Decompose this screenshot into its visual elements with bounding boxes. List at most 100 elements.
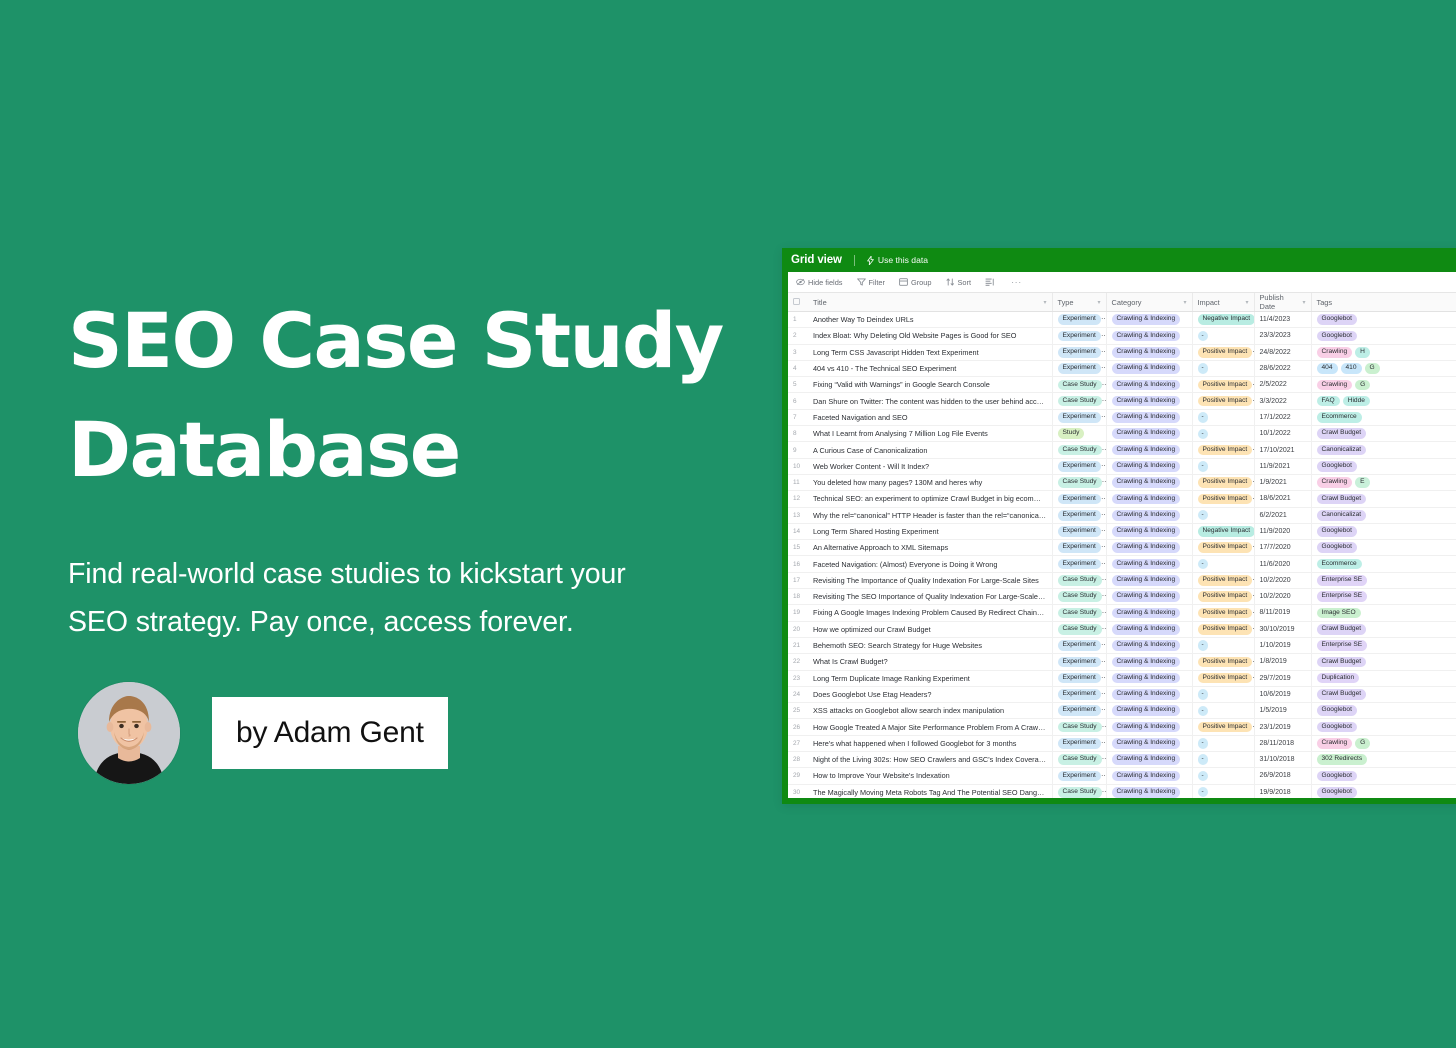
cell-category[interactable]: Crawling & Indexing xyxy=(1106,392,1193,410)
cell-tags[interactable]: 302 Redirects xyxy=(1311,751,1456,769)
cell-title[interactable]: Fixing A Google Images Indexing Problem … xyxy=(808,604,1053,622)
cell-publish-date[interactable]: 1/9/2021 xyxy=(1254,474,1312,492)
cell-category[interactable]: Crawling & Indexing xyxy=(1106,490,1193,508)
cell-title[interactable]: The Magically Moving Meta Robots Tag And… xyxy=(808,784,1053,798)
cell-tags[interactable]: Canonicalizat xyxy=(1311,507,1456,524)
cell-type[interactable]: Experiment xyxy=(1052,523,1107,541)
cell-category[interactable]: Crawling & Indexing xyxy=(1106,767,1193,785)
cell-title[interactable]: Web Worker Content - Will It Index? xyxy=(808,458,1053,475)
cell-title[interactable]: What I Learnt from Analysing 7 Million L… xyxy=(808,425,1053,443)
cell-title[interactable]: Behemoth SEO: Search Strategy for Huge W… xyxy=(808,637,1053,655)
cell-category[interactable]: Crawling & Indexing xyxy=(1106,523,1193,541)
cell-tags[interactable]: Googlebot xyxy=(1311,767,1456,785)
cell-title[interactable]: You deleted how many pages? 130M and her… xyxy=(808,474,1053,492)
cell-type[interactable]: Study xyxy=(1052,425,1107,443)
table-row[interactable]: 24 Does Googlebot Use Etag Headers? Experi… xyxy=(788,686,1456,704)
cell-title[interactable]: How to Improve Your Website's Indexation xyxy=(808,767,1053,785)
select-all-header[interactable] xyxy=(788,293,808,312)
table-row[interactable]: 29 How to Improve Your Website's Indexati… xyxy=(788,767,1456,785)
column-header-impact[interactable]: Impact ▾ xyxy=(1192,293,1255,312)
cell-impact[interactable]: - xyxy=(1192,555,1255,573)
table-row[interactable]: 16 Faceted Navigation: (Almost) Everyone … xyxy=(788,555,1456,573)
cell-publish-date[interactable]: 17/10/2021 xyxy=(1254,441,1312,459)
cell-tags[interactable]: Ecommerce xyxy=(1311,409,1456,427)
cell-tags[interactable]: Image SEO xyxy=(1311,604,1456,622)
cell-title[interactable]: Night of the Living 302s: How SEO Crawle… xyxy=(808,751,1053,769)
cell-title[interactable]: Here's what happened when I followed Goo… xyxy=(808,735,1053,753)
cell-category[interactable]: Crawling & Indexing xyxy=(1106,653,1193,671)
cell-category[interactable]: Crawling & Indexing xyxy=(1106,735,1193,753)
cell-tags[interactable]: Enterprise SE xyxy=(1311,588,1456,606)
cell-type[interactable]: Experiment xyxy=(1052,555,1107,573)
cell-publish-date[interactable]: 10/2/2020 xyxy=(1254,588,1312,606)
use-this-data-button[interactable]: Use this data xyxy=(867,255,928,265)
cell-title[interactable]: How Google Treated A Major Site Performa… xyxy=(808,718,1053,736)
cell-type[interactable]: Experiment xyxy=(1052,670,1107,687)
cell-title[interactable]: Index Bloat: Why Deleting Old Website Pa… xyxy=(808,327,1053,345)
cell-impact[interactable]: - xyxy=(1192,360,1255,378)
cell-publish-date[interactable]: 28/6/2022 xyxy=(1254,360,1312,378)
table-row[interactable]: 27 Here's what happened when I followed G… xyxy=(788,735,1456,753)
cell-type[interactable]: Experiment xyxy=(1052,767,1107,785)
cell-impact[interactable]: - xyxy=(1192,784,1255,798)
cell-type[interactable]: Experiment xyxy=(1052,539,1107,557)
cell-category[interactable]: Crawling & Indexing xyxy=(1106,539,1193,557)
cell-tags[interactable]: Googlebot xyxy=(1311,539,1456,557)
cell-tags[interactable]: Googlebot xyxy=(1311,702,1456,720)
cell-title[interactable]: Long Term Duplicate Image Ranking Experi… xyxy=(808,670,1053,687)
cell-impact[interactable]: Positive Impact xyxy=(1192,621,1255,638)
cell-category[interactable]: Crawling & Indexing xyxy=(1106,507,1193,524)
table-row[interactable]: 30 The Magically Moving Meta Robots Tag A… xyxy=(788,784,1456,798)
cell-publish-date[interactable]: 6/2/2021 xyxy=(1254,507,1312,524)
cell-impact[interactable]: Positive Impact xyxy=(1192,344,1255,361)
cell-category[interactable]: Crawling & Indexing xyxy=(1106,621,1193,638)
cell-category[interactable]: Crawling & Indexing xyxy=(1106,441,1193,459)
row-height-button[interactable] xyxy=(985,278,997,286)
filter-button[interactable]: Filter xyxy=(856,278,885,287)
cell-type[interactable]: Experiment xyxy=(1052,327,1107,345)
cell-category[interactable]: Crawling & Indexing xyxy=(1106,425,1193,443)
cell-title[interactable]: Dan Shure on Twitter: The content was hi… xyxy=(808,392,1053,410)
cell-category[interactable]: Crawling & Indexing xyxy=(1106,784,1193,798)
cell-publish-date[interactable]: 17/1/2022 xyxy=(1254,409,1312,427)
cell-publish-date[interactable]: 11/4/2023 xyxy=(1254,311,1312,329)
cell-category[interactable]: Crawling & Indexing xyxy=(1106,458,1193,475)
cell-title[interactable]: Fixing “Valid with Warnings” in Google S… xyxy=(808,376,1053,394)
cell-publish-date[interactable]: 10/1/2022 xyxy=(1254,425,1312,443)
column-header-type[interactable]: Type ▾ xyxy=(1052,293,1107,312)
column-header-title[interactable]: Title ▾ xyxy=(808,293,1053,312)
cell-impact[interactable]: - xyxy=(1192,458,1255,475)
table-row[interactable]: 5 Fixing “Valid with Warnings” in Google … xyxy=(788,376,1456,394)
cell-publish-date[interactable]: 28/11/2018 xyxy=(1254,735,1312,753)
table-row[interactable]: 1 Another Way To Deindex URLs Experiment Cr… xyxy=(788,311,1456,329)
cell-category[interactable]: Crawling & Indexing xyxy=(1106,555,1193,573)
cell-tags[interactable]: Googlebot xyxy=(1311,458,1456,475)
cell-title[interactable]: Revisiting The Importance of Quality Ind… xyxy=(808,572,1053,590)
cell-title[interactable]: 404 vs 410 - The Technical SEO Experimen… xyxy=(808,360,1053,378)
cell-title[interactable]: Another Way To Deindex URLs xyxy=(808,311,1053,329)
cell-impact[interactable]: - xyxy=(1192,767,1255,785)
cell-title[interactable]: An Alternative Approach to XML Sitemaps xyxy=(808,539,1053,557)
cell-publish-date[interactable]: 3/3/2022 xyxy=(1254,392,1312,410)
cell-publish-date[interactable]: 18/6/2021 xyxy=(1254,490,1312,508)
cell-type[interactable]: Experiment xyxy=(1052,311,1107,329)
cell-tags[interactable]: Crawl Budget xyxy=(1311,425,1456,443)
table-row[interactable]: 11 You deleted how many pages? 130M and h… xyxy=(788,474,1456,492)
cell-type[interactable]: Experiment xyxy=(1052,458,1107,475)
cell-title[interactable]: What Is Crawl Budget? xyxy=(808,653,1053,671)
cell-category[interactable]: Crawling & Indexing xyxy=(1106,344,1193,361)
cell-impact[interactable]: Positive Impact xyxy=(1192,539,1255,557)
cell-category[interactable]: Crawling & Indexing xyxy=(1106,474,1193,492)
cell-impact[interactable]: Positive Impact xyxy=(1192,588,1255,606)
cell-tags[interactable]: Googlebot xyxy=(1311,784,1456,798)
cell-type[interactable]: Case Study xyxy=(1052,718,1107,736)
cell-publish-date[interactable]: 31/10/2018 xyxy=(1254,751,1312,769)
table-row[interactable]: 13 Why the rel=“canonical” HTTP Header is… xyxy=(788,507,1456,524)
cell-impact[interactable]: Positive Impact xyxy=(1192,376,1255,394)
cell-type[interactable]: Case Study xyxy=(1052,392,1107,410)
cell-impact[interactable]: - xyxy=(1192,409,1255,427)
cell-type[interactable]: Experiment xyxy=(1052,360,1107,378)
cell-publish-date[interactable]: 23/1/2019 xyxy=(1254,718,1312,736)
table-row[interactable]: 8 What I Learnt from Analysing 7 Million … xyxy=(788,425,1456,443)
cell-type[interactable]: Experiment xyxy=(1052,344,1107,361)
